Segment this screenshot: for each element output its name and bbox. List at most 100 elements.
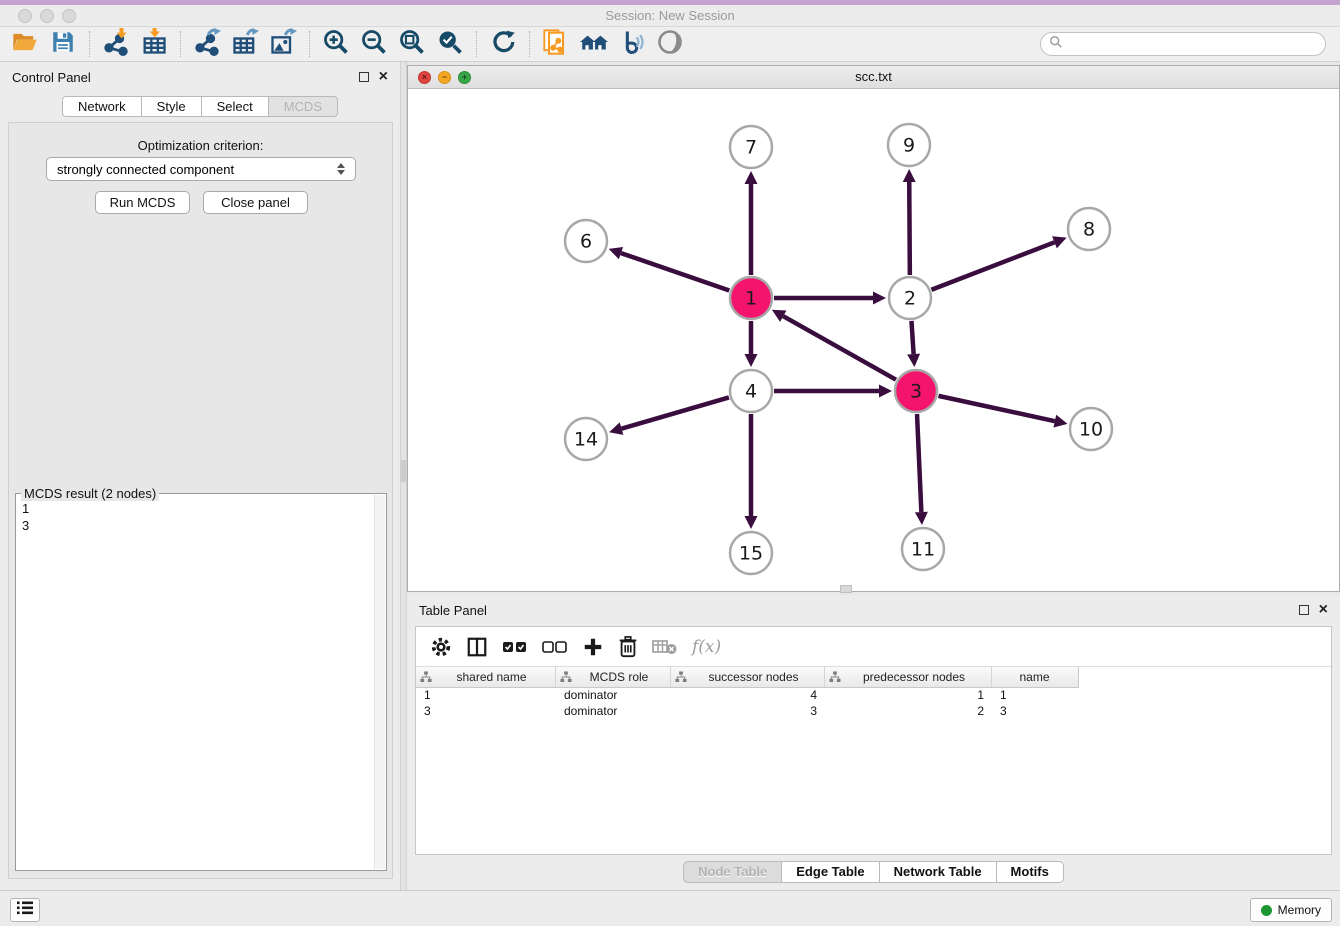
column-header-successor-nodes[interactable]: successor nodes [671,667,825,687]
graph-edge-4-14[interactable] [622,397,729,428]
tab-network-table[interactable]: Network Table [880,861,997,883]
birdseye-view-button[interactable] [651,28,689,60]
cell-name[interactable]: 1 [992,688,1077,704]
graph-edge-3-10[interactable] [938,396,1054,421]
column-header-predecessor-nodes[interactable]: predecessor nodes [825,667,992,687]
export-image-button[interactable] [264,28,302,60]
graph-node-label: 8 [1083,219,1095,241]
network-zoom-icon[interactable]: + [458,71,471,84]
cell-mcds-role[interactable]: dominator [556,704,671,720]
task-history-button[interactable] [10,898,40,922]
tab-style[interactable]: Style [142,96,202,117]
graph-edge-2-3[interactable] [911,321,913,354]
graph-node-label: 3 [910,381,922,403]
cell-predecessor-nodes[interactable]: 1 [825,688,992,704]
apply-layout-button[interactable] [484,28,522,60]
save-session-button[interactable] [44,28,82,60]
cell-mcds-role[interactable]: dominator [556,688,671,704]
network-close-icon[interactable]: × [418,71,431,84]
open-folder-icon [11,28,39,61]
import-table-button[interactable] [135,28,173,60]
network-file-button[interactable] [537,28,575,60]
horizontal-splitter-handle[interactable] [840,585,852,593]
graph-edge-arrowhead [609,247,623,259]
graph-edge-2-8[interactable] [931,242,1054,289]
toolbar-separator [309,31,310,57]
export-table-button[interactable] [226,28,264,60]
graph-node-label: 4 [745,381,757,403]
graph-edge-1-6[interactable] [621,253,729,290]
tab-mcds[interactable]: MCDS [269,96,338,117]
import-network-button[interactable] [97,28,135,60]
tab-node-table[interactable]: Node Table [683,861,782,883]
graph-edge-3-1[interactable] [783,316,896,380]
float-table-panel-icon[interactable] [1299,605,1309,615]
run-mcds-button[interactable]: Run MCDS [95,191,190,214]
eye-icon [656,28,684,61]
search-icon [1049,35,1063,54]
tab-motifs[interactable]: Motifs [997,861,1064,883]
memory-button[interactable]: Memory [1250,898,1332,922]
close-table-panel-icon[interactable]: × [1319,605,1328,615]
network-graph[interactable]: 7968124314101511 [408,89,1339,591]
zoom-traffic-light[interactable] [62,9,76,23]
cell-successor-nodes[interactable]: 4 [671,688,825,704]
search-box[interactable] [1040,32,1326,56]
toolbar-separator [476,31,477,57]
tab-network[interactable]: Network [62,96,142,117]
graph-edge-arrowhead [745,171,758,184]
close-panel-button[interactable]: Close panel [203,191,308,214]
optimization-criterion-select[interactable]: strongly connected component [46,157,356,181]
vertical-splitter-handle[interactable] [401,460,406,482]
search-input[interactable] [1063,37,1325,51]
table-settings-gear-icon[interactable] [430,636,452,658]
table-row[interactable]: 3 dominator 3 2 3 [416,704,1331,720]
close-traffic-light[interactable] [18,9,32,23]
tab-edge-table[interactable]: Edge Table [782,861,879,883]
table-toolbar: f(x) [416,627,1331,667]
export-network-button[interactable] [188,28,226,60]
column-header-name[interactable]: name [992,667,1077,687]
graph-edge-2-9[interactable] [909,182,910,275]
create-column-plus-icon[interactable] [582,636,604,658]
control-panel: Control Panel × Network Style Select MCD… [0,62,400,890]
minimize-traffic-light[interactable] [40,9,54,23]
save-floppy-icon [50,29,76,60]
result-scrollbar[interactable] [374,495,385,869]
column-header-mcds-role[interactable]: MCDS role [556,667,671,687]
cell-predecessor-nodes[interactable]: 2 [825,704,992,720]
graph-node-label: 1 [745,288,757,310]
zoom-selected-button[interactable] [431,28,469,60]
cell-name[interactable]: 3 [992,704,1077,720]
show-column-icon[interactable] [466,636,488,658]
cell-shared-name[interactable]: 3 [416,704,556,720]
graph-edge-arrowhead [879,385,892,398]
tab-select[interactable]: Select [202,96,269,117]
status-bar: Memory [0,890,1340,926]
select-chevrons-icon [337,163,345,175]
graphics-details-button[interactable] [613,28,651,60]
column-header-shared-name[interactable]: shared name [416,667,556,687]
home-navigator-button[interactable] [575,28,613,60]
zoom-in-button[interactable] [317,28,355,60]
graph-edge-3-11[interactable] [917,414,921,512]
graph-edge-arrowhead [609,422,623,434]
network-window-titlebar[interactable]: × − + scc.txt [408,66,1339,89]
table-row[interactable]: 1 dominator 4 1 1 [416,688,1331,704]
cell-shared-name[interactable]: 1 [416,688,556,704]
zoom-fit-button[interactable] [393,28,431,60]
open-session-button[interactable] [6,28,44,60]
delete-column-trash-icon[interactable] [618,636,638,658]
zoom-in-icon [322,28,350,61]
float-panel-icon[interactable] [359,72,369,82]
close-panel-icon[interactable]: × [379,72,388,82]
graph-edge-arrowhead [903,169,916,182]
network-minimize-icon[interactable]: − [438,71,451,84]
network-canvas[interactable]: 7968124314101511 [408,89,1339,591]
mcds-result-text: 1 3 [22,500,29,534]
cell-successor-nodes[interactable]: 3 [671,704,825,720]
select-all-columns-icon[interactable] [502,639,528,655]
unselect-all-columns-icon[interactable] [542,639,568,655]
export-image-icon [269,28,297,61]
zoom-out-button[interactable] [355,28,393,60]
